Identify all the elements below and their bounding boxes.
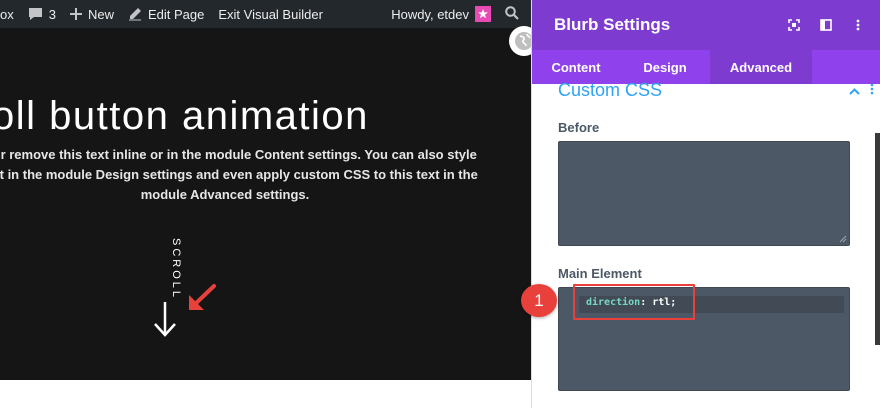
star-icon bbox=[478, 9, 488, 19]
scroll-label[interactable]: SCROLL bbox=[170, 238, 182, 300]
admin-bar-site-fragment[interactable]: ox bbox=[0, 0, 21, 28]
split-view-button[interactable] bbox=[810, 0, 842, 50]
panel-title: Blurb Settings bbox=[554, 15, 671, 34]
page-preview-section: oll button animation dit or remove this … bbox=[0, 28, 531, 380]
tab-design[interactable]: Design bbox=[620, 50, 710, 84]
plus-icon bbox=[69, 8, 82, 20]
avatar bbox=[475, 6, 491, 22]
tab-advanced[interactable]: Advanced bbox=[710, 50, 812, 84]
section-more-icon[interactable] bbox=[870, 82, 874, 100]
panel-scrollbar[interactable] bbox=[875, 133, 880, 345]
admin-search-button[interactable] bbox=[498, 0, 531, 28]
greeting: Howdy, etdev bbox=[391, 6, 469, 22]
edit-page-label: Edit Page bbox=[147, 6, 205, 22]
settings-tabs: Content Design Advanced bbox=[532, 50, 880, 84]
admin-bar: ox 3 New Edit Page Exit Visual Builder H… bbox=[0, 0, 531, 28]
edit-page-link[interactable]: Edit Page bbox=[121, 0, 211, 28]
hero-body-line-3: module Advanced settings. bbox=[140, 187, 310, 202]
new-label: New bbox=[87, 6, 114, 22]
hero-title[interactable]: oll button animation bbox=[0, 94, 369, 139]
search-icon bbox=[505, 5, 519, 23]
custom-css-section-header[interactable]: Custom CSS bbox=[558, 80, 876, 101]
main-element-label: Main Element bbox=[558, 266, 642, 281]
annotation-highlight-box bbox=[573, 284, 695, 320]
comments-link[interactable]: 3 bbox=[21, 0, 63, 28]
panel-header[interactable]: Blurb Settings bbox=[532, 0, 880, 50]
comment-icon bbox=[28, 7, 43, 21]
chevron-up-icon[interactable] bbox=[849, 82, 860, 100]
more-options-button[interactable] bbox=[842, 0, 874, 50]
exit-visual-builder-link[interactable]: Exit Visual Builder bbox=[211, 0, 330, 28]
exit-visual-builder-label: Exit Visual Builder bbox=[218, 6, 323, 22]
hero-body-text[interactable]: dit or remove this text inline or in the… bbox=[0, 145, 510, 205]
tab-content[interactable]: Content bbox=[532, 50, 620, 84]
split-view-icon bbox=[820, 19, 832, 31]
blurb-settings-panel: Blurb Settings Content Design Advanced C… bbox=[531, 0, 880, 408]
annotation-arrow-icon bbox=[186, 282, 218, 317]
annotation-badge: 1 bbox=[521, 284, 557, 317]
comments-count: 3 bbox=[48, 6, 56, 22]
custom-css-title: Custom CSS bbox=[558, 80, 663, 100]
before-label: Before bbox=[558, 120, 600, 135]
scroll-down-arrow-icon[interactable] bbox=[152, 300, 178, 343]
hero-body-line-1: dit or remove this text inline or in the… bbox=[0, 147, 477, 162]
pencil-icon bbox=[128, 7, 142, 21]
user-account-menu[interactable]: Howdy, etdev bbox=[384, 0, 498, 28]
more-vertical-icon bbox=[856, 19, 860, 31]
before-css-textarea[interactable] bbox=[558, 141, 850, 246]
resize-handle-icon[interactable] bbox=[839, 235, 847, 243]
new-content-link[interactable]: New bbox=[63, 0, 121, 28]
hero-body-line-2: ntent in the module Design settings and … bbox=[0, 167, 478, 182]
fullscreen-button[interactable] bbox=[778, 0, 810, 50]
fullscreen-icon bbox=[788, 19, 800, 31]
